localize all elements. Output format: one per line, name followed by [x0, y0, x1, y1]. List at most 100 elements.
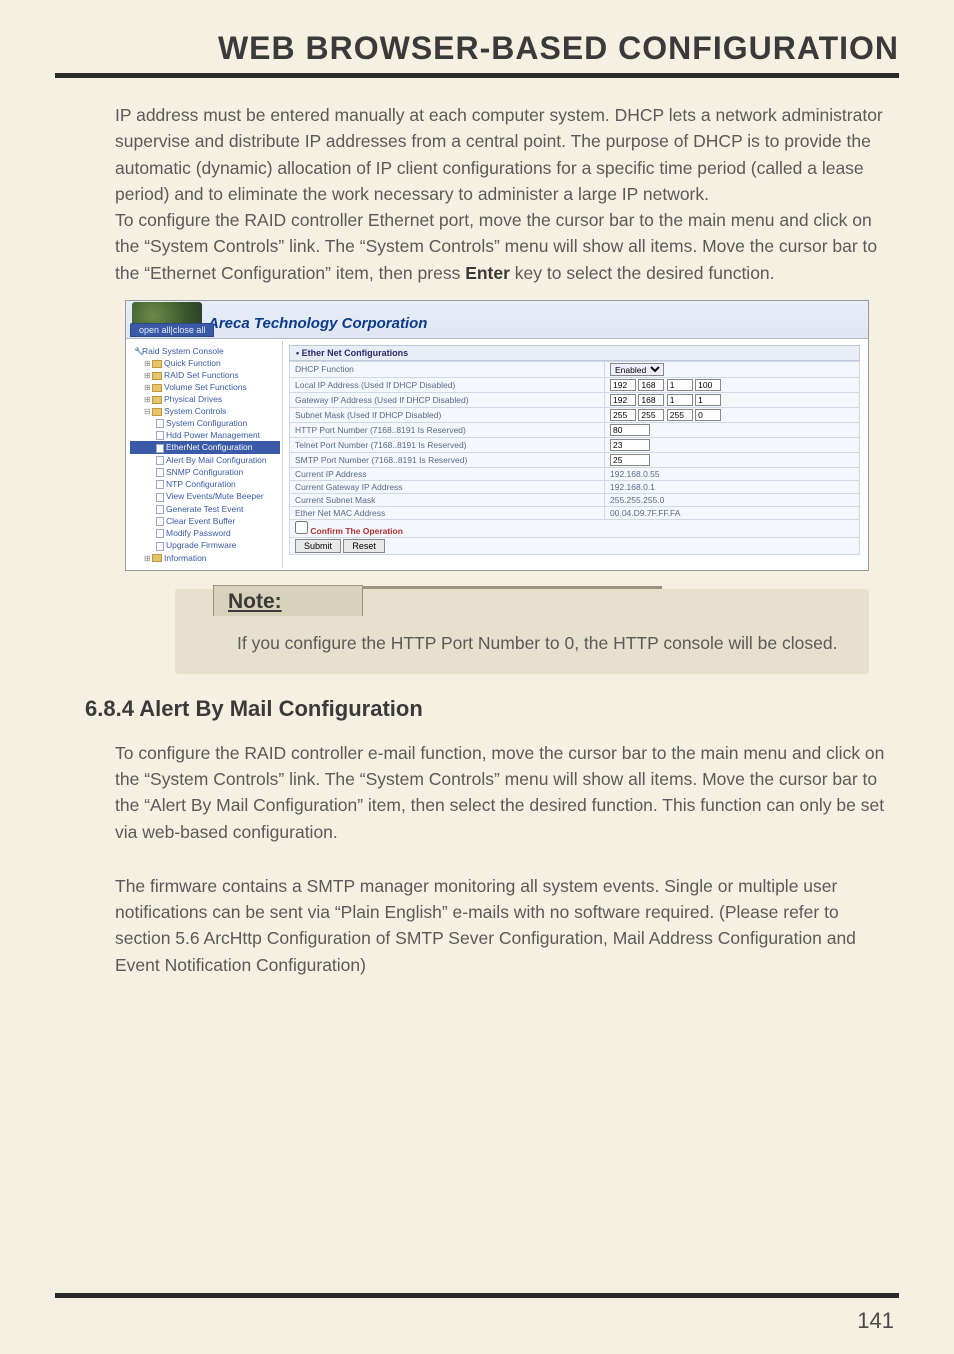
- submit-button[interactable]: Submit: [295, 539, 341, 553]
- nav-label: Modify Password: [166, 528, 231, 538]
- folder-icon: [152, 384, 162, 392]
- label-current-gw: Current Gateway IP Address: [290, 480, 605, 493]
- nav-system-config[interactable]: System Configuration: [130, 417, 280, 429]
- nav-alert-mail[interactable]: Alert By Mail Configuration: [130, 454, 280, 466]
- nav-label: Physical Drives: [164, 394, 222, 404]
- nav-ethernet-config[interactable]: EtherNet Configuration: [130, 441, 280, 453]
- label-current-ip: Current IP Address: [290, 467, 605, 480]
- folder-icon: [152, 360, 162, 368]
- embedded-ui-screenshot: Areca Technology Corporation open all|cl…: [125, 300, 869, 571]
- nav-view-events[interactable]: View Events/Mute Beeper: [130, 490, 280, 502]
- nav-label: Quick Function: [164, 358, 221, 368]
- config-table: DHCP Function Enabled Local IP Address (…: [289, 361, 860, 555]
- nav-label: Upgrade Firmware: [166, 540, 236, 550]
- mask-3[interactable]: [695, 409, 721, 421]
- value-current-subnet: 255.255.255.0: [605, 493, 860, 506]
- note-box: Note: If you configure the HTTP Port Num…: [175, 589, 869, 674]
- http-port-input[interactable]: [610, 424, 650, 436]
- nav-root-label: Raid System Console: [142, 346, 224, 356]
- row-telnet-port: Telnet Port Number (7168..8191 Is Reserv…: [290, 437, 860, 452]
- note-title: Note:: [213, 585, 363, 616]
- nav-system-controls[interactable]: ⊟System Controls: [130, 405, 280, 417]
- gw-ip-2[interactable]: [667, 394, 693, 406]
- row-http-port: HTTP Port Number (7168..8191 Is Reserved…: [290, 422, 860, 437]
- nav-label: View Events/Mute Beeper: [166, 491, 264, 501]
- nav-volume-set[interactable]: ⊞Volume Set Functions: [130, 381, 280, 393]
- gw-ip-3[interactable]: [695, 394, 721, 406]
- row-current-gw: Current Gateway IP Address 192.168.0.1: [290, 480, 860, 493]
- nav-raid-set[interactable]: ⊞RAID Set Functions: [130, 369, 280, 381]
- nav-clear-buffer[interactable]: Clear Event Buffer: [130, 515, 280, 527]
- paragraph-smtp-manager: The firmware contains a SMTP manager mon…: [115, 873, 889, 978]
- para1-a: IP address must be entered manually at e…: [115, 105, 883, 204]
- page-icon: [156, 431, 164, 440]
- local-ip-1[interactable]: [638, 379, 664, 391]
- nav-label: RAID Set Functions: [164, 370, 239, 380]
- row-smtp-port: SMTP Port Number (7168..8191 Is Reserved…: [290, 452, 860, 467]
- local-ip-2[interactable]: [667, 379, 693, 391]
- open-close-all-link[interactable]: open all|close all: [130, 323, 214, 337]
- nav-label: Hdd Power Management: [166, 430, 260, 440]
- nav-physical-drives[interactable]: ⊞Physical Drives: [130, 393, 280, 405]
- ui-main-panel: • Ether Net Configurations DHCP Function…: [283, 341, 866, 568]
- label-subnet: Subnet Mask (Used If DHCP Disabled): [290, 407, 605, 422]
- smtp-port-input[interactable]: [610, 454, 650, 466]
- nav-snmp-config[interactable]: SNMP Configuration: [130, 466, 280, 478]
- reset-button[interactable]: Reset: [343, 539, 385, 553]
- row-confirm: Confirm The Operation: [290, 519, 860, 537]
- paragraph-dhcp: IP address must be entered manually at e…: [115, 102, 889, 286]
- value-current-gw: 192.168.0.1: [605, 480, 860, 493]
- para1-b-bold: Enter: [465, 263, 510, 283]
- gw-ip-1[interactable]: [638, 394, 664, 406]
- mask-0[interactable]: [610, 409, 636, 421]
- nav-quick-function[interactable]: ⊞Quick Function: [130, 357, 280, 369]
- page-icon: [156, 493, 164, 502]
- mask-2[interactable]: [667, 409, 693, 421]
- local-ip-0[interactable]: [610, 379, 636, 391]
- row-current-ip: Current IP Address 192.168.0.55: [290, 467, 860, 480]
- page-icon: [156, 542, 164, 551]
- label-mac: Ether Net MAC Address: [290, 506, 605, 519]
- section-heading-684: 6.8.4 Alert By Mail Configuration: [85, 696, 899, 722]
- nav-label: EtherNet Configuration: [166, 442, 252, 452]
- nav-tree: 🔧Raid System Console ⊞Quick Function ⊞RA…: [128, 341, 283, 568]
- nav-upgrade-firmware[interactable]: Upgrade Firmware: [130, 539, 280, 551]
- nav-label: System Configuration: [166, 418, 247, 428]
- folder-icon: [152, 396, 162, 404]
- page-icon: [156, 419, 164, 428]
- nav-root[interactable]: 🔧Raid System Console: [130, 345, 280, 357]
- dhcp-select[interactable]: Enabled: [610, 363, 664, 376]
- row-dhcp: DHCP Function Enabled: [290, 361, 860, 377]
- nav-ntp-config[interactable]: NTP Configuration: [130, 478, 280, 490]
- page-icon: [156, 468, 164, 477]
- nav-information[interactable]: ⊞Information: [130, 552, 280, 564]
- gw-ip-0[interactable]: [610, 394, 636, 406]
- value-current-ip: 192.168.0.55: [605, 467, 860, 480]
- telnet-port-input[interactable]: [610, 439, 650, 451]
- confirm-label: Confirm The Operation: [310, 526, 403, 536]
- paragraph-alert-config: To configure the RAID controller e-mail …: [115, 740, 889, 845]
- confirm-checkbox[interactable]: [295, 521, 308, 534]
- row-mac: Ether Net MAC Address 00.04.D9.7F.FF.FA: [290, 506, 860, 519]
- row-subnet: Subnet Mask (Used If DHCP Disabled): [290, 407, 860, 422]
- nav-modify-password[interactable]: Modify Password: [130, 527, 280, 539]
- page-icon: [156, 505, 164, 514]
- page-title: WEB BROWSER-BASED CONFIGURATION: [55, 30, 899, 67]
- nav-hdd-power[interactable]: Hdd Power Management: [130, 429, 280, 441]
- label-local-ip: Local IP Address (Used If DHCP Disabled): [290, 377, 605, 392]
- value-mac: 00.04.D9.7F.FF.FA: [605, 506, 860, 519]
- row-current-subnet: Current Subnet Mask 255.255.255.0: [290, 493, 860, 506]
- mask-1[interactable]: [638, 409, 664, 421]
- page-icon: [156, 480, 164, 489]
- local-ip-3[interactable]: [695, 379, 721, 391]
- row-buttons: Submit Reset: [290, 537, 860, 554]
- page-icon: [156, 517, 164, 526]
- nav-label: Volume Set Functions: [164, 382, 247, 392]
- nav-label: System Controls: [164, 406, 226, 416]
- nav-gen-test-event[interactable]: Generate Test Event: [130, 503, 280, 515]
- footer-rule: [55, 1293, 899, 1298]
- title-rule: [55, 73, 899, 78]
- page-number: 141: [857, 1308, 894, 1334]
- config-section-title: • Ether Net Configurations: [289, 345, 860, 361]
- brand-text: Areca Technology Corporation: [208, 315, 427, 338]
